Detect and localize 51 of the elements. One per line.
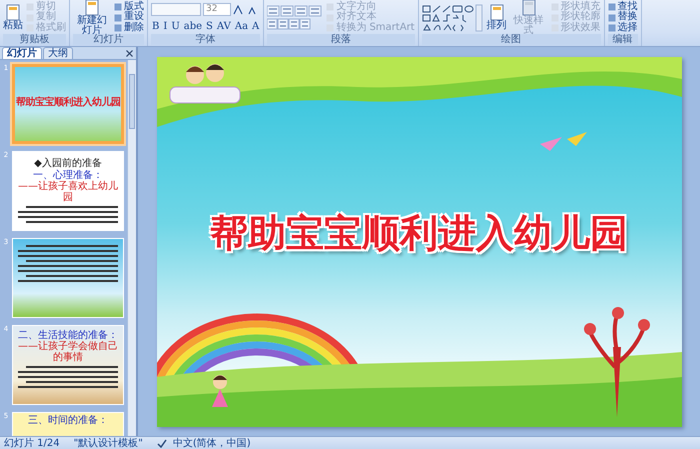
close-icon[interactable] [126, 50, 133, 56]
spellcheck-icon [156, 438, 167, 448]
document-icon [4, 4, 22, 21]
slide-thumbnail[interactable]: ◆入园前的准备 一、心理准备： ——让孩子喜欢上幼儿园 [12, 151, 124, 231]
thumbnail-title: 帮助宝宝顺利进入幼儿园 [16, 95, 120, 109]
font-name-field[interactable] [151, 3, 201, 16]
document-icon [488, 4, 506, 21]
ribbon-button[interactable]: 排列 [486, 4, 507, 31]
slide-thumbnail[interactable]: 三、时间的准备： [12, 412, 124, 436]
thumbnail-subheading: 一、心理准备： [32, 170, 103, 181]
thumbnail-heading: ◆入园前的准备 [34, 156, 102, 170]
group-label: 编辑 [608, 34, 638, 45]
group-label: 剪贴板 [3, 34, 66, 45]
ribbon-button[interactable]: 重设 [114, 12, 144, 23]
paper-plane-icon [566, 132, 586, 146]
group-label: 字体 [151, 34, 260, 45]
format-button[interactable]: A [251, 21, 260, 32]
document-icon [83, 0, 101, 16]
format-button[interactable]: abe [182, 21, 204, 32]
ribbon-button[interactable]: 删除 [114, 22, 144, 34]
slide-counter: 幻灯片 1/24 [4, 438, 60, 448]
slide-thumbnail[interactable]: 二、生活技能的准备： ——让孩子学会做自己的事情 [12, 325, 124, 405]
thumbnail-subtitle: ——让孩子学会做自己的事情 [17, 341, 119, 363]
format-button[interactable]: U [170, 21, 181, 32]
format-button[interactable]: I [162, 21, 168, 32]
shapes-gallery-icon [422, 4, 484, 32]
thumbnail-subtitle: ——让孩子喜欢上幼儿园 [17, 181, 119, 203]
ribbon-button[interactable]: 选择 [608, 22, 638, 34]
slide-thumbnail[interactable] [12, 238, 124, 318]
format-button[interactable]: B [151, 21, 160, 32]
format-button[interactable]: Aa [234, 21, 250, 32]
theme-name: "默认设计模板" [74, 438, 143, 448]
format-button[interactable]: AV [216, 21, 232, 32]
slide-title: 帮助宝宝顺利进入幼儿园 [210, 210, 628, 257]
ribbon-button[interactable]: 替换 [608, 12, 638, 23]
panel-tab[interactable]: 大纲 [43, 47, 73, 59]
document-icon [520, 0, 538, 16]
language-indicator[interactable]: 中文(简体，中国) [172, 438, 251, 448]
format-button[interactable]: S [205, 21, 214, 32]
thumbnail-heading: 二、生活技能的准备： [17, 330, 119, 341]
paper-plane-icon [540, 136, 562, 150]
group-label: 绘图 [422, 34, 601, 45]
panel-tab[interactable]: 幻灯片 [2, 47, 42, 59]
group-label: 幻灯片 [73, 34, 144, 45]
scrollbar[interactable] [127, 60, 136, 436]
group-label: 段落 [267, 34, 415, 45]
ribbon-button[interactable]: 粘贴 [3, 4, 23, 31]
font-size-field[interactable]: 32 [203, 3, 231, 16]
paragraph-tools-icon [267, 4, 324, 30]
scrollbar-thumb[interactable] [129, 74, 135, 129]
thumbnail-heading: 三、时间的准备： [27, 415, 109, 426]
